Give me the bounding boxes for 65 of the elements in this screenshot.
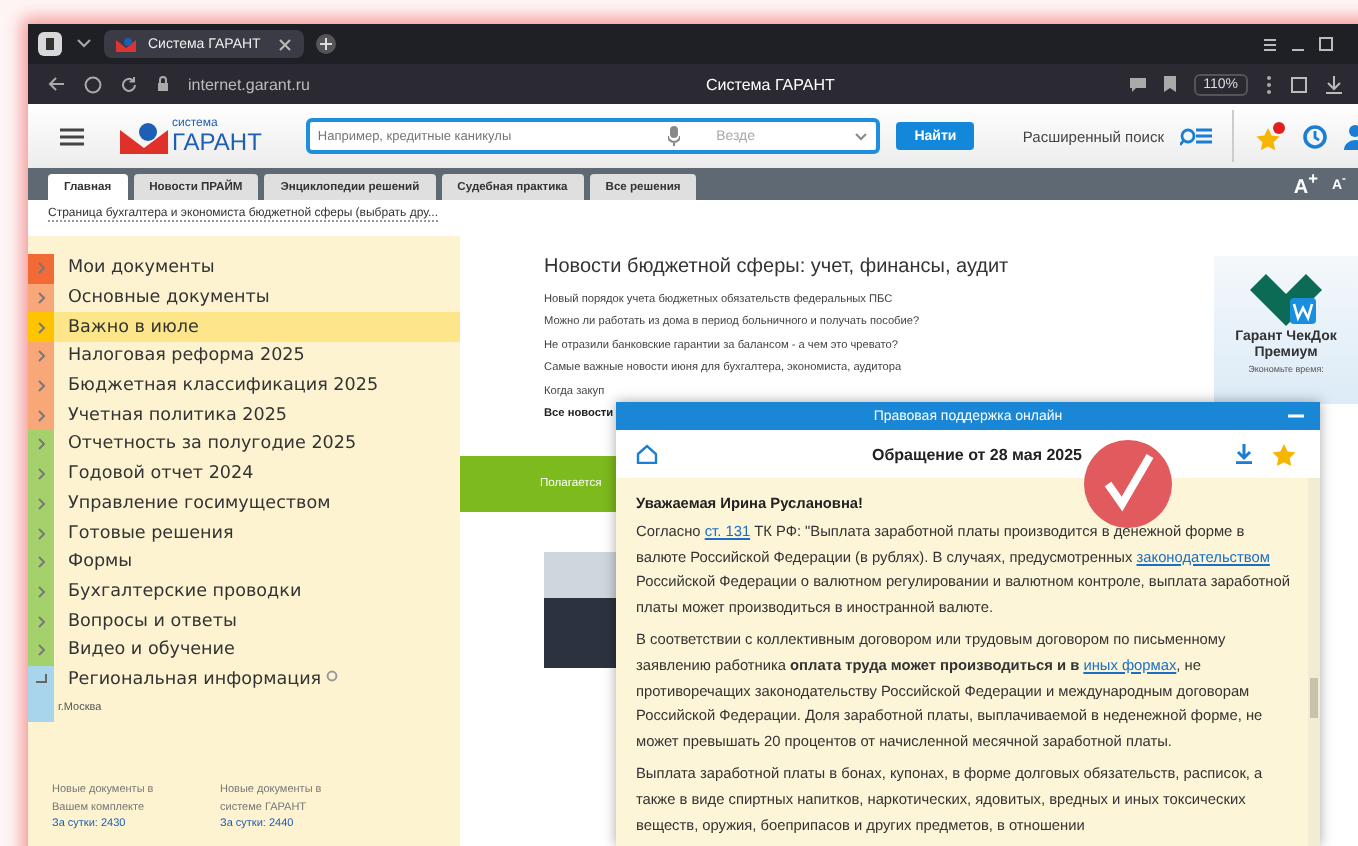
sidebar-item[interactable]: Учетная политика 2025 [28,400,460,431]
sidebar-item[interactable]: Отчетность за полугодие 2025 [28,430,460,460]
lock-icon [156,76,170,92]
logo-wordmark: ГАРАНТ [172,130,262,154]
chevron-right-icon [37,615,45,628]
menu-icon[interactable] [60,127,84,145]
history-icon[interactable] [1302,123,1328,149]
chevron-right-icon [37,497,45,510]
sidebar-item[interactable]: Бюджетная классификация 2025 [28,371,460,401]
sidebar-item[interactable]: Региональная информация [28,665,460,695]
new-tab-icon[interactable] [316,34,336,54]
sidebar-item[interactable]: Формы [28,547,460,578]
reload-icon[interactable] [120,75,138,93]
chevron-right-icon [37,292,45,305]
sidebar-item[interactable]: Основные документы [28,283,460,313]
download-icon[interactable] [1326,75,1342,93]
more-options-icon[interactable] [1266,75,1272,93]
chevron-right-icon [37,262,45,275]
workspaces-icon[interactable] [36,30,64,58]
chevron-right-icon [37,468,45,481]
star-with-badge-icon[interactable] [1254,121,1286,151]
chevron-down-icon [854,131,869,141]
chevron-right-icon [37,585,45,598]
chevron-right-icon [37,527,45,540]
garant-logo-icon [120,122,168,154]
sidebar-item[interactable]: Готовые решения [28,518,460,548]
photo-placeholder [544,552,616,668]
menu-icon[interactable] [1262,37,1278,51]
chat-bubble-icon[interactable] [1129,77,1146,91]
chevron-right-icon [37,380,45,393]
sidebar-item[interactable]: Вопросы и ответы [28,606,460,636]
chevron-down-icon[interactable] [76,38,92,50]
category-marker [28,694,54,723]
scrollbar[interactable] [1308,478,1320,846]
chevron-right-icon [37,321,45,334]
maximize-icon[interactable] [1318,36,1334,52]
url-text[interactable]: internet.garant.ru [188,75,548,93]
collapse-icon [35,673,47,686]
chevron-right-icon [37,409,45,422]
sidebar-item[interactable]: Налоговая реформа 2025 [28,342,460,372]
microphone-icon[interactable] [668,126,681,146]
sidebar-item[interactable]: Управление госимуществом [28,489,460,519]
page-title: Система ГАРАНТ [704,75,837,93]
bookmark-icon[interactable] [1163,76,1176,92]
chevron-right-icon [37,438,45,451]
chevron-right-icon [37,644,45,657]
sidebar-item[interactable]: Видео и обучение [28,635,460,666]
increase-font-button[interactable]: A$^{+}$ [1293,168,1318,200]
extensions-icon[interactable] [1290,75,1308,93]
close-icon[interactable] [278,37,292,51]
search-list-icon[interactable] [1180,126,1213,146]
sidebar-item[interactable]: Важно в июле [28,312,460,343]
back-arrow-icon[interactable] [48,76,66,92]
home-icon[interactable] [636,444,658,464]
popup-title: Обращение от 28 мая 2025 [869,445,1085,463]
sidebar-item[interactable]: Годовой отчет 2024 [28,459,460,489]
chevron-right-icon [37,556,45,569]
minimize-icon[interactable] [1288,412,1304,420]
download-icon[interactable] [1236,444,1252,464]
news-heading: Новости бюджетной сферы: учет, финансы, аудит [544,256,1011,278]
star-icon[interactable] [1272,443,1296,465]
sidebar-item[interactable]: Бухгалтерские проводки [28,577,460,607]
sidebar-item[interactable]: Мои документы [28,254,460,284]
chevron-right-icon [37,350,45,363]
garant-favicon-icon [116,37,136,51]
